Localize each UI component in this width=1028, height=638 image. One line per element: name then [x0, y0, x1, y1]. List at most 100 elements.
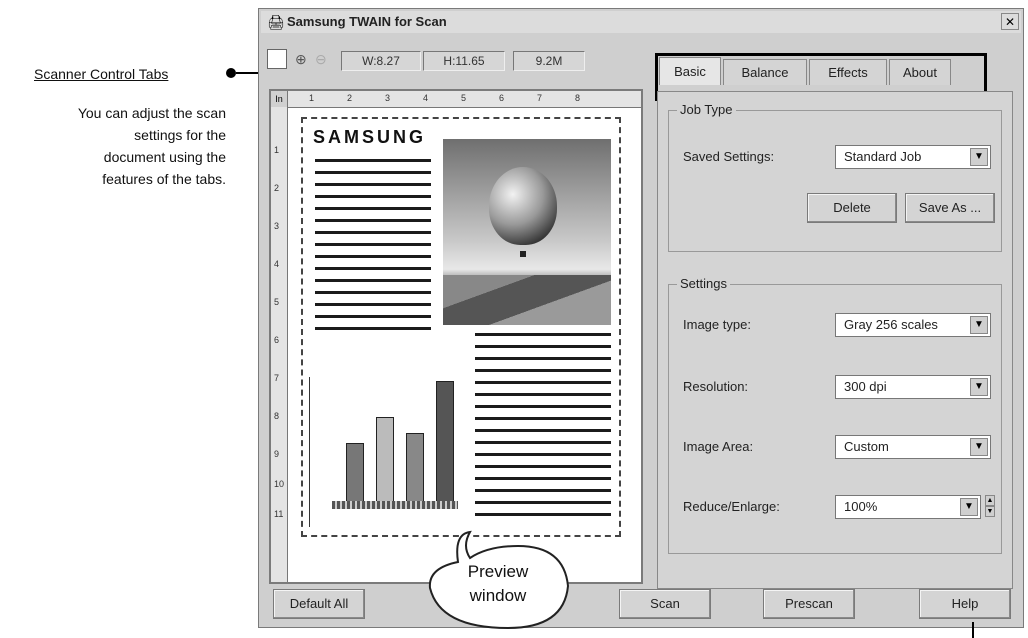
ruler-tick: 5 — [461, 93, 467, 103]
text-line — [315, 255, 431, 258]
preview-window[interactable]: 1 2 3 4 5 6 7 8 1 2 3 4 5 6 7 8 9 10 11 … — [269, 89, 643, 584]
chart-base-shape — [332, 501, 458, 509]
chevron-down-icon[interactable]: ▼ — [970, 316, 988, 334]
save-as-button[interactable]: Save As ... — [905, 193, 995, 223]
height-readout: H:11.65 — [423, 51, 505, 71]
text-line — [315, 183, 431, 186]
landscape-shape — [443, 275, 611, 325]
help-button[interactable]: Help — [919, 589, 1011, 619]
help-pointer-line — [972, 622, 974, 638]
image-type-label: Image type: — [683, 317, 751, 332]
ruler-tick: 3 — [274, 221, 280, 231]
settings-title: Settings — [677, 276, 730, 291]
text-line — [315, 279, 431, 282]
preview-logo: SAMSUNG — [313, 127, 427, 147]
callout-line: Preview — [467, 562, 529, 581]
ruler-unit: In — [271, 91, 287, 107]
tab-about[interactable]: About — [889, 59, 951, 85]
balloon-shape — [489, 167, 557, 245]
callout-text: Preview window — [418, 560, 578, 608]
text-line — [315, 291, 431, 294]
saved-settings-value: Standard Job — [844, 149, 922, 164]
image-type-dropdown[interactable]: Gray 256 scales ▼ — [835, 313, 991, 337]
job-type-group: Job Type Saved Settings: Standard Job ▼ … — [668, 102, 1002, 252]
text-line — [475, 417, 611, 420]
text-line — [315, 315, 431, 318]
image-area-value: Custom — [844, 439, 889, 454]
saved-settings-label: Saved Settings: — [683, 149, 775, 164]
ruler-tick: 2 — [274, 183, 280, 193]
vertical-ruler: 1 2 3 4 5 6 7 8 9 10 11 — [271, 91, 288, 582]
saved-settings-dropdown[interactable]: Standard Job ▼ — [835, 145, 991, 169]
text-line — [475, 345, 611, 348]
select-tool-button[interactable] — [267, 49, 287, 69]
ruler-tick: 4 — [423, 93, 429, 103]
text-line — [315, 327, 431, 330]
tab-balance[interactable]: Balance — [723, 59, 807, 85]
ruler-tick: 6 — [274, 335, 280, 345]
prescan-button[interactable]: Prescan — [763, 589, 855, 619]
window-title: Samsung TWAIN for Scan — [287, 14, 447, 29]
annotation-line: You can adjust the scan — [77, 105, 226, 121]
text-line — [475, 393, 611, 396]
chevron-down-icon[interactable]: ▼ — [960, 498, 978, 516]
spin-up-icon[interactable]: ▲ — [985, 495, 995, 506]
image-area-label: Image Area: — [683, 439, 754, 454]
reduce-enlarge-spinner[interactable]: ▲ ▼ — [985, 495, 995, 519]
title-bar[interactable]: 🖨 Samsung TWAIN for Scan ✕ — [261, 11, 1021, 33]
resolution-dropdown[interactable]: 300 dpi ▼ — [835, 375, 991, 399]
chart-bar-shape — [346, 443, 364, 503]
text-line — [315, 243, 431, 246]
reduce-enlarge-label: Reduce/Enlarge: — [683, 499, 780, 514]
reduce-enlarge-dropdown[interactable]: 100% ▼ — [835, 495, 981, 519]
ruler-tick: 1 — [274, 145, 280, 155]
ruler-tick: 1 — [309, 93, 315, 103]
annotation-line: features of the tabs. — [102, 171, 226, 187]
ruler-tick: 9 — [274, 449, 280, 459]
chart-bar-shape — [406, 433, 424, 503]
text-line — [315, 159, 431, 162]
basic-tab-panel: Job Type Saved Settings: Standard Job ▼ … — [657, 91, 1013, 589]
text-line — [475, 501, 611, 504]
text-line — [315, 303, 431, 306]
reduce-enlarge-value: 100% — [844, 499, 878, 514]
ruler-tick: 8 — [575, 93, 581, 103]
delete-button[interactable]: Delete — [807, 193, 897, 223]
ruler-tick: 6 — [499, 93, 505, 103]
text-line — [475, 441, 611, 444]
resolution-label: Resolution: — [683, 379, 749, 394]
annotation-description: You can adjust the scan settings for the… — [0, 102, 226, 190]
tab-effects[interactable]: Effects — [809, 59, 887, 85]
default-all-button[interactable]: Default All — [273, 589, 365, 619]
text-line — [475, 453, 611, 456]
annotation-line: document using the — [103, 149, 226, 165]
tab-basic[interactable]: Basic — [659, 57, 721, 85]
ruler-tick: 11 — [274, 509, 284, 519]
ruler-tick: 4 — [274, 259, 280, 269]
scan-button[interactable]: Scan — [619, 589, 711, 619]
ruler-tick: 5 — [274, 297, 280, 307]
text-line — [475, 381, 611, 384]
settings-group: Settings Image type: Gray 256 scales ▼ R… — [668, 276, 1002, 554]
zoom-in-icon[interactable]: ⊕ — [295, 51, 307, 68]
close-button[interactable]: ✕ — [1001, 13, 1019, 30]
size-readout: 9.2M — [513, 51, 585, 71]
horizontal-ruler: 1 2 3 4 5 6 7 8 — [271, 91, 641, 108]
text-line — [475, 477, 611, 480]
ruler-tick: 7 — [537, 93, 543, 103]
balloon-basket — [520, 251, 526, 257]
resolution-value: 300 dpi — [844, 379, 887, 394]
zoom-out-icon[interactable]: ⊖ — [315, 51, 327, 68]
text-line — [315, 267, 431, 270]
chevron-down-icon[interactable]: ▼ — [970, 148, 988, 166]
chart-bar-shape — [376, 417, 394, 503]
spin-down-icon[interactable]: ▼ — [985, 506, 995, 517]
chevron-down-icon[interactable]: ▼ — [970, 438, 988, 456]
text-line — [475, 333, 611, 336]
image-area-dropdown[interactable]: Custom ▼ — [835, 435, 991, 459]
text-line — [475, 357, 611, 360]
chevron-down-icon[interactable]: ▼ — [970, 378, 988, 396]
preview-bar-chart-image — [309, 377, 462, 527]
ruler-tick: 7 — [274, 373, 280, 383]
scan-area-selection[interactable]: SAMSUNG — [301, 117, 621, 537]
